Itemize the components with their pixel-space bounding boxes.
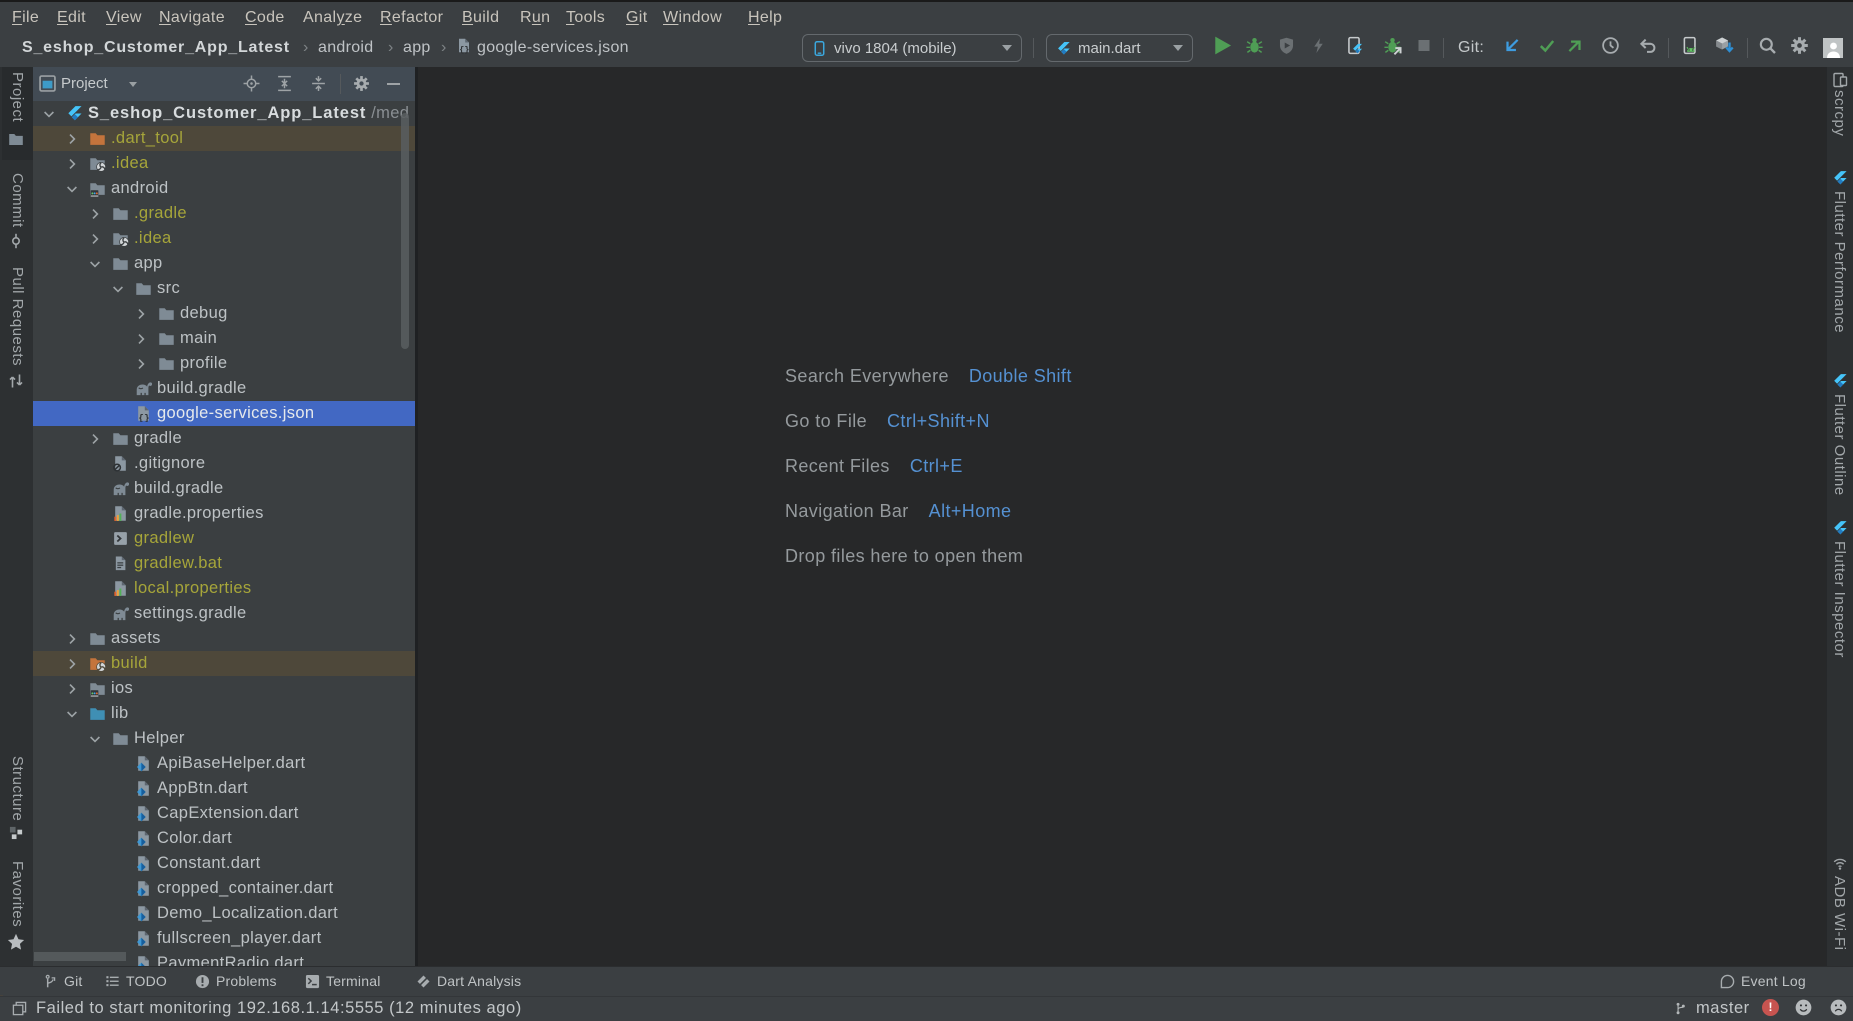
svg-text:{}: {} (459, 45, 469, 53)
svg-text:{}: {} (138, 413, 150, 422)
